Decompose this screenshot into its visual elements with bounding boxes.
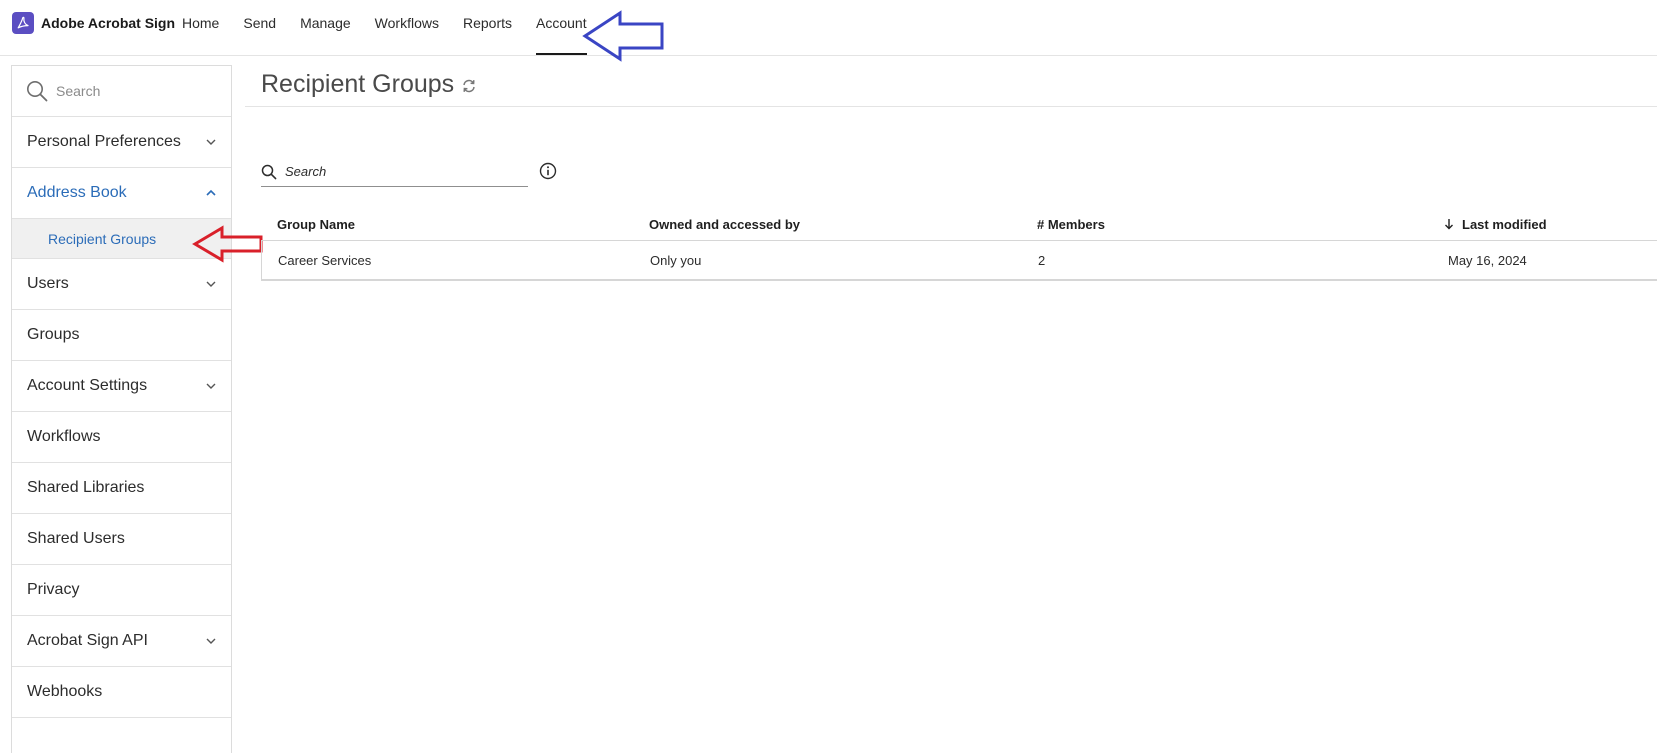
column-header-label: Last modified — [1462, 216, 1547, 232]
nav-account[interactable]: Account — [536, 0, 587, 56]
sidebar-item-shared-libraries[interactable]: Shared Libraries — [12, 463, 231, 514]
nav-manage[interactable]: Manage — [300, 0, 351, 56]
recipient-groups-table: Group Name Owned and accessed by # Membe… — [261, 208, 1657, 281]
table-header: Group Name Owned and accessed by # Membe… — [261, 208, 1657, 241]
groups-search-input[interactable] — [285, 164, 515, 179]
sidebar-item-label: Workflows — [27, 428, 101, 445]
sort-descending-icon — [1445, 219, 1453, 230]
column-header-group-name[interactable]: Group Name — [261, 217, 649, 232]
page-title: Recipient Groups — [261, 69, 455, 98]
column-header-owned-by[interactable]: Owned and accessed by — [649, 217, 1037, 232]
groups-search — [261, 157, 528, 187]
sidebar-item-label: Users — [27, 275, 69, 292]
sidebar-item-webhooks[interactable]: Webhooks — [12, 667, 231, 718]
sidebar-item-shared-users[interactable]: Shared Users — [12, 514, 231, 565]
nav-send[interactable]: Send — [243, 0, 276, 56]
chevron-down-icon — [206, 383, 216, 389]
sidebar-item-label: Shared Libraries — [27, 479, 145, 496]
main-content: Recipient Groups Group Name Owned and ac… — [245, 56, 1657, 753]
sidebar-item-label: Webhooks — [27, 683, 103, 700]
sidebar-item-privacy[interactable]: Privacy — [12, 565, 231, 616]
chevron-up-icon — [206, 189, 216, 196]
main-nav: Home Send Manage Workflows Reports Accou… — [182, 0, 611, 56]
sidebar-search[interactable]: Search — [12, 66, 231, 117]
sidebar-item-label: Acrobat Sign API — [27, 632, 148, 649]
nav-reports[interactable]: Reports — [463, 0, 512, 56]
table-row[interactable]: Career Services Only you 2 May 16, 2024 — [261, 241, 1657, 281]
refresh-icon[interactable] — [461, 78, 477, 94]
blue-annotation-arrow-icon — [582, 10, 664, 62]
sidebar-item-label: Account Settings — [27, 377, 148, 394]
app-name: Adobe Acrobat Sign — [41, 15, 176, 31]
cell-owned-by: Only you — [650, 252, 702, 268]
chevron-down-icon — [206, 281, 216, 287]
sidebar-item-address-book[interactable]: Address Book — [12, 168, 231, 219]
nav-workflows[interactable]: Workflows — [375, 0, 439, 56]
sidebar-item-label: Shared Users — [27, 530, 125, 547]
sidebar-item-label: Privacy — [27, 581, 80, 598]
sidebar-item-label: Address Book — [27, 184, 127, 201]
search-icon — [27, 81, 48, 102]
sidebar-item-workflows[interactable]: Workflows — [12, 412, 231, 463]
sidebar-item-groups[interactable]: Groups — [12, 310, 231, 361]
sidebar-search-placeholder: Search — [56, 83, 101, 99]
info-icon[interactable] — [539, 162, 557, 180]
sidebar-item-label: Recipient Groups — [48, 230, 157, 247]
sidebar-item-users[interactable]: Users — [12, 259, 231, 310]
cell-last-modified: May 16, 2024 — [1448, 252, 1527, 268]
cell-members: 2 — [1038, 252, 1046, 268]
search-icon — [261, 164, 277, 179]
page-header: Recipient Groups — [245, 62, 1657, 107]
sidebar-item-acrobat-sign-api[interactable]: Acrobat Sign API — [12, 616, 231, 667]
sidebar-item-account-settings[interactable]: Account Settings — [12, 361, 231, 412]
acrobat-logo-icon — [12, 12, 34, 34]
top-navigation-bar: Adobe Acrobat Sign Home Send Manage Work… — [0, 0, 1657, 62]
sidebar-item-personal-preferences[interactable]: Personal Preferences — [12, 117, 231, 168]
chevron-down-icon — [206, 638, 216, 644]
settings-sidebar: Search Personal Preferences Address Book… — [11, 65, 232, 753]
app-brand[interactable]: Adobe Acrobat Sign — [12, 12, 175, 34]
column-header-last-modified[interactable]: Last modified — [1444, 217, 1657, 232]
column-header-members[interactable]: # Members — [1037, 217, 1447, 232]
sidebar-item-label: Personal Preferences — [27, 133, 181, 150]
chevron-down-icon — [206, 139, 216, 145]
nav-home[interactable]: Home — [182, 0, 219, 56]
sidebar-item-label: Groups — [27, 326, 80, 343]
cell-group-name: Career Services — [278, 252, 372, 268]
